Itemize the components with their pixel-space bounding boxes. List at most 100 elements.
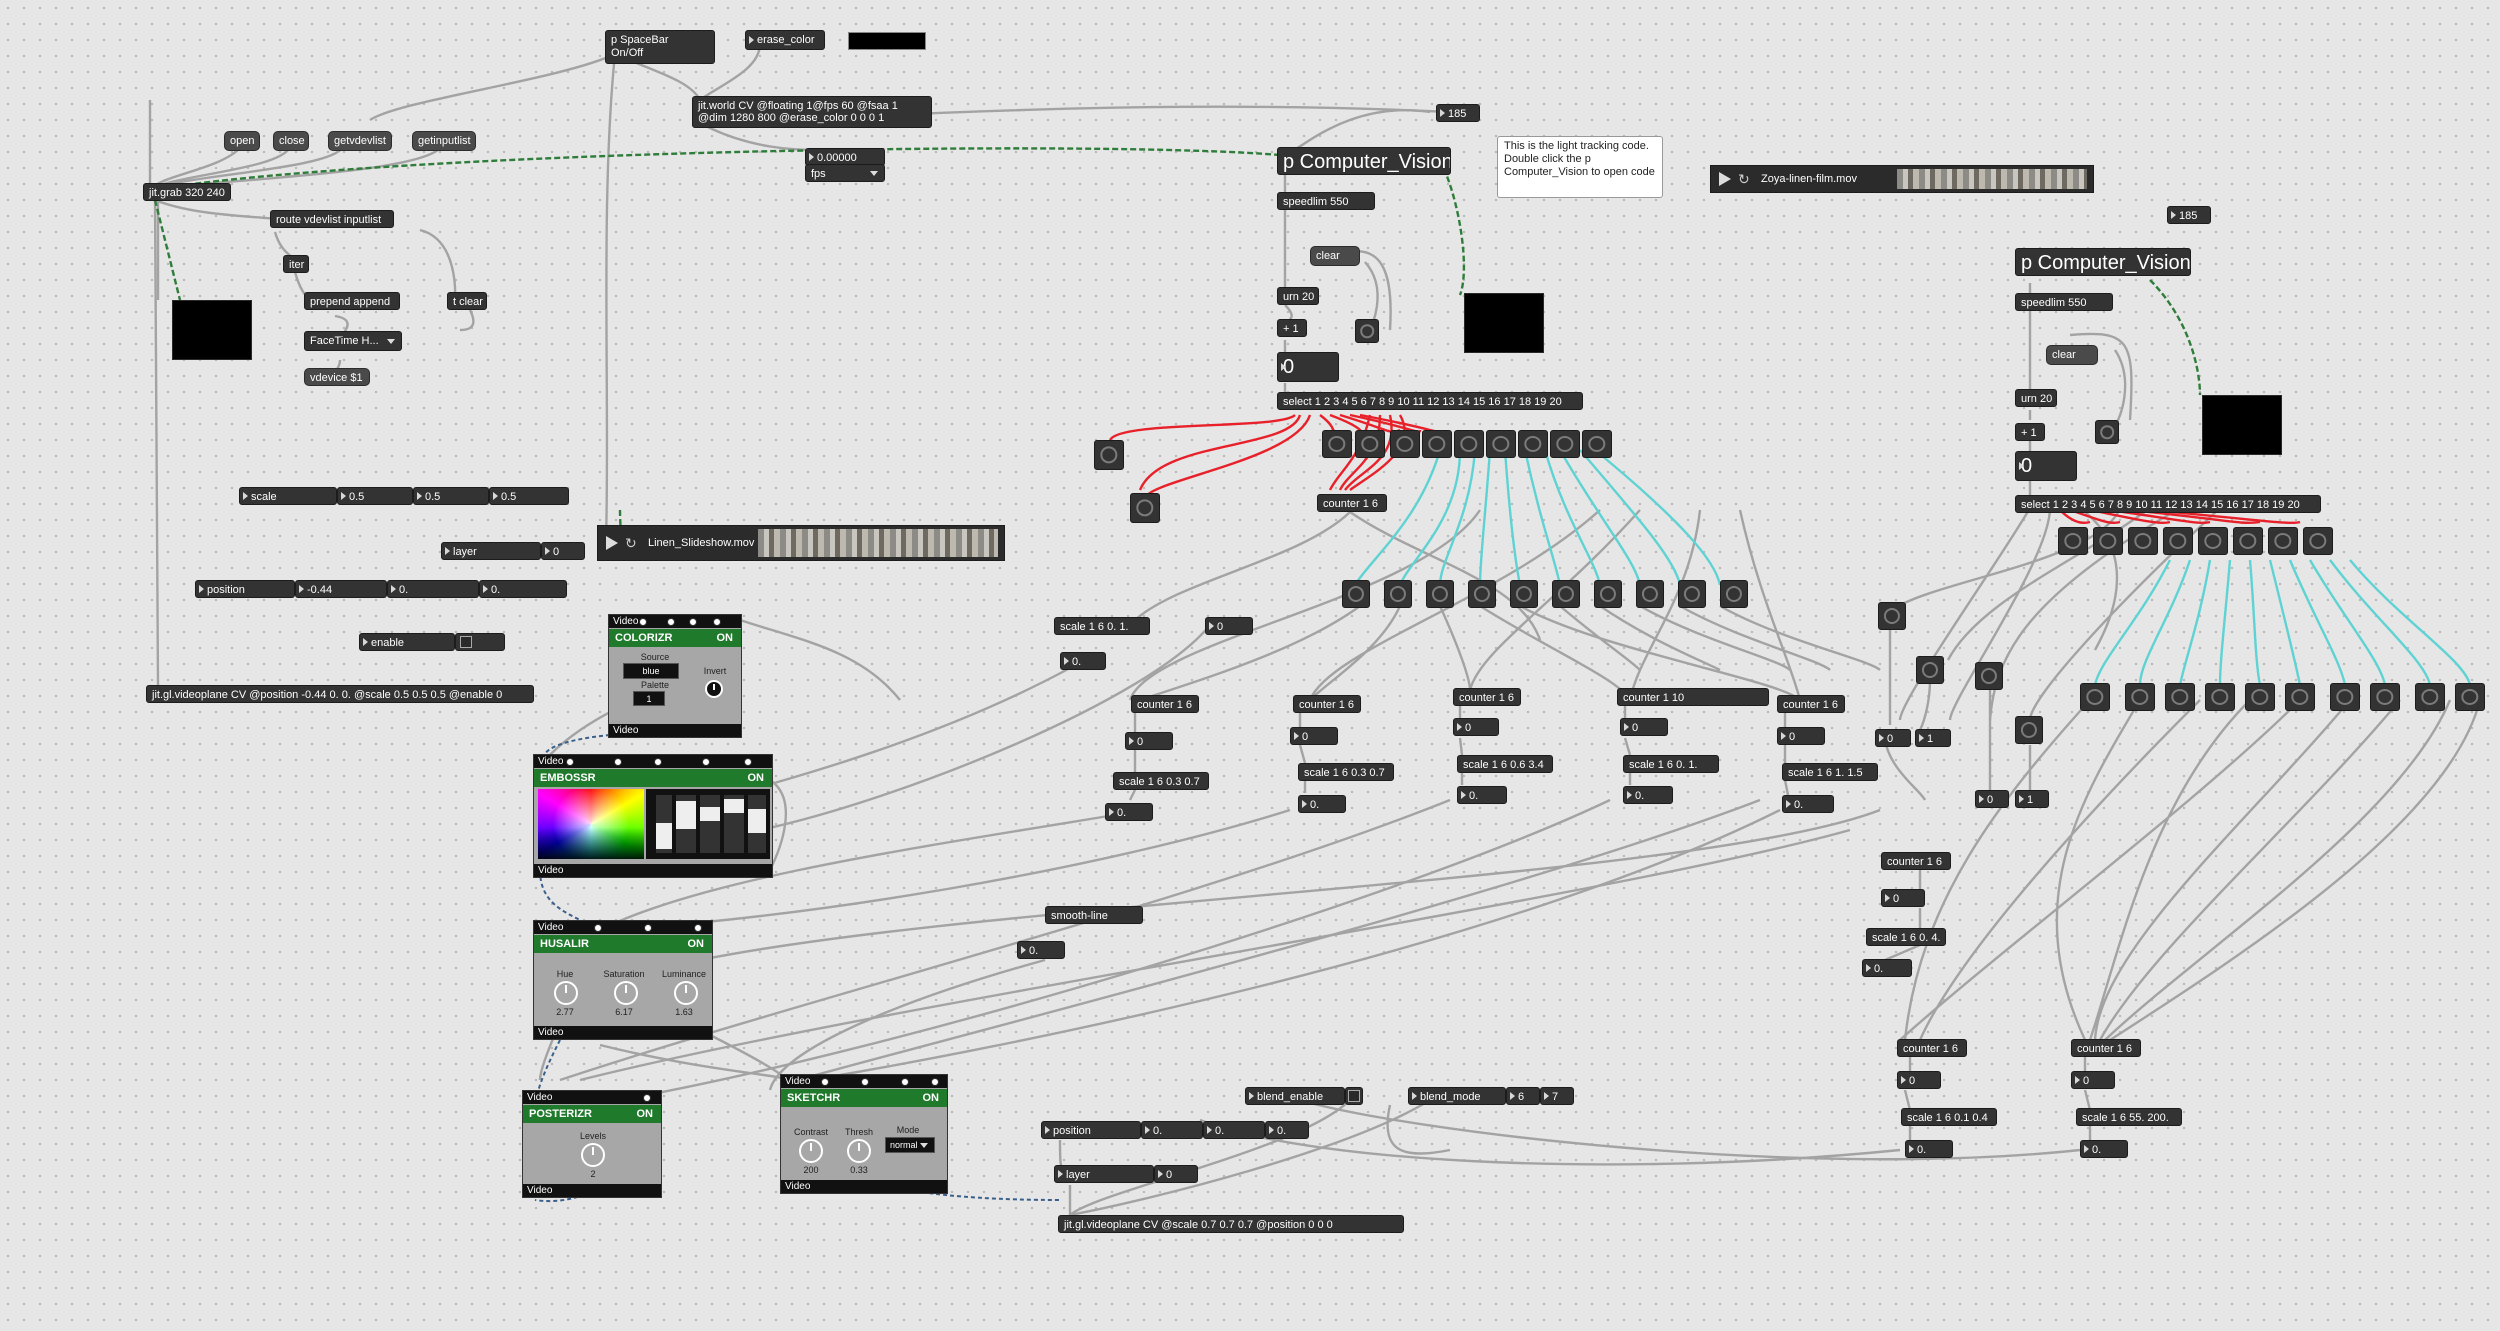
spacebar-subpatch[interactable]: p SpaceBar On/Off: [605, 30, 715, 64]
source-value[interactable]: blue: [623, 663, 679, 679]
cv2-urn[interactable]: urn 20: [2015, 389, 2057, 407]
cv1-bang-a[interactable]: [1094, 440, 1124, 470]
row2-bang-9[interactable]: [2415, 683, 2445, 711]
hue-dial[interactable]: [554, 981, 578, 1005]
jit-grab-object[interactable]: jit.grab 320 240: [143, 183, 231, 201]
blend-mode-a[interactable]: 6: [1506, 1087, 1540, 1105]
prepend-object[interactable]: prepend append: [304, 292, 400, 310]
row2-bang-6[interactable]: [2285, 683, 2315, 711]
row2-bang-8[interactable]: [2370, 683, 2400, 711]
right-bang-c[interactable]: [1975, 662, 2003, 690]
right-number-0[interactable]: 0: [1875, 729, 1911, 747]
cv2-select[interactable]: select 1 2 3 4 5 6 7 8 9 10 11 12 13 14 …: [2015, 495, 2321, 513]
cv2-bang[interactable]: [2095, 420, 2119, 444]
row2-bang-5[interactable]: [2245, 683, 2275, 711]
blend-enable-toggle[interactable]: [1348, 1090, 1360, 1102]
cv1-subpatch[interactable]: p Computer_Vision: [1277, 147, 1451, 175]
husalir-on[interactable]: ON: [688, 935, 705, 953]
sketchr-module[interactable]: Video SKETCHR ON Contrast 200 Thresh 0.33…: [780, 1074, 948, 1194]
cv2-bang-5[interactable]: [2198, 527, 2228, 555]
cv1-number-185[interactable]: 185: [1436, 104, 1480, 122]
counter-b-number[interactable]: 0: [1290, 727, 1338, 745]
counter-d[interactable]: counter 1 10: [1617, 688, 1769, 706]
counter-d-float[interactable]: 0.: [1623, 786, 1673, 804]
scale-a[interactable]: scale 1 6 0. 1.: [1054, 617, 1150, 635]
colorizr-module[interactable]: Video COLORIZR ON Source blue Palette 1 I…: [608, 614, 742, 738]
cv1-bang-3[interactable]: [1390, 430, 1420, 458]
counter-f-scale[interactable]: scale 1 6 0. 4.: [1866, 928, 1946, 946]
counter-a-scale[interactable]: scale 1 6 0.3 0.7: [1113, 772, 1209, 790]
layer-number[interactable]: 0: [541, 542, 585, 560]
counter-f[interactable]: counter 1 6: [1881, 852, 1951, 870]
counter-h[interactable]: counter 1 6: [2071, 1039, 2141, 1057]
posterizr-on[interactable]: ON: [637, 1105, 654, 1123]
cv1-speedlim[interactable]: speedlim 550: [1277, 192, 1375, 210]
cv2-bang-8[interactable]: [2303, 527, 2333, 555]
iter-object[interactable]: iter: [283, 255, 309, 273]
scale-y-float[interactable]: 0.5: [413, 487, 489, 505]
row2-bang-10[interactable]: [2455, 683, 2485, 711]
bottom-position-y[interactable]: 0.: [1203, 1121, 1265, 1139]
row-bang-9[interactable]: [1678, 580, 1706, 608]
counter-g-scale[interactable]: scale 1 6 0.1 0.4: [1901, 1108, 1997, 1126]
fps-menu[interactable]: fps: [805, 164, 885, 182]
row2-bang-7[interactable]: [2330, 683, 2360, 711]
right-number-c2b[interactable]: 1: [2015, 790, 2049, 808]
right-number-1[interactable]: 1: [1915, 729, 1951, 747]
cv1-bang-9[interactable]: [1582, 430, 1612, 458]
counter-g-number[interactable]: 0: [1897, 1071, 1941, 1089]
loop-icon[interactable]: ↻: [625, 536, 637, 550]
cv2-bang-3[interactable]: [2128, 527, 2158, 555]
sketchr-on[interactable]: ON: [923, 1089, 940, 1107]
cv2-bang-1[interactable]: [2058, 527, 2088, 555]
cv1-bang-5[interactable]: [1454, 430, 1484, 458]
row-bang-3[interactable]: [1426, 580, 1454, 608]
right-bang-a[interactable]: [1878, 602, 1906, 630]
counter-d-scale[interactable]: scale 1 6 0. 1.: [1623, 755, 1719, 773]
row-bang-6[interactable]: [1552, 580, 1580, 608]
cv1-bang-1[interactable]: [1322, 430, 1352, 458]
right-number-c2a[interactable]: 0: [1975, 790, 2009, 808]
cv2-bang-7[interactable]: [2268, 527, 2298, 555]
position-z-float[interactable]: 0.: [479, 580, 567, 598]
scale-x-float[interactable]: 0.5: [337, 487, 413, 505]
cv1-bang-8[interactable]: [1550, 430, 1580, 458]
colorizr-on[interactable]: ON: [717, 629, 734, 647]
counter-f-float[interactable]: 0.: [1862, 959, 1912, 977]
play-icon[interactable]: [606, 536, 618, 550]
smooth-line-float[interactable]: 0.: [1017, 941, 1065, 959]
open-message[interactable]: open: [224, 131, 260, 151]
cv1-urn[interactable]: urn 20: [1277, 287, 1319, 305]
cv1-bang-6[interactable]: [1486, 430, 1516, 458]
bottom-position-x[interactable]: 0.: [1141, 1121, 1203, 1139]
luminance-dial[interactable]: [674, 981, 698, 1005]
contrast-dial[interactable]: [799, 1139, 823, 1163]
counter-a[interactable]: counter 1 6: [1131, 695, 1199, 713]
cv2-plus-one[interactable]: + 1: [2015, 423, 2045, 441]
cv1-bang[interactable]: [1355, 319, 1379, 343]
zoya-film-player[interactable]: ↻ Zoya-linen-film.mov: [1710, 165, 2094, 193]
number-a[interactable]: 0: [1205, 617, 1253, 635]
counter-b-scale[interactable]: scale 1 6 0.3 0.7: [1298, 763, 1394, 781]
counter-c-float[interactable]: 0.: [1457, 786, 1507, 804]
cv1-bang-2[interactable]: [1355, 430, 1385, 458]
right-bang-b[interactable]: [1916, 656, 1944, 684]
counter-a-float[interactable]: 0.: [1105, 803, 1153, 821]
cv2-bang-6[interactable]: [2233, 527, 2263, 555]
smooth-line-object[interactable]: smooth-line: [1045, 906, 1143, 924]
counter-c[interactable]: counter 1 6: [1453, 688, 1521, 706]
position-x-float[interactable]: -0.44: [295, 580, 387, 598]
counter-g-float[interactable]: 0.: [1905, 1140, 1953, 1158]
invert-button[interactable]: [705, 680, 723, 698]
cv1-bang-4[interactable]: [1422, 430, 1452, 458]
cv1-plus-one[interactable]: + 1: [1277, 319, 1307, 337]
cv1-select[interactable]: select 1 2 3 4 5 6 7 8 9 10 11 12 13 14 …: [1277, 392, 1583, 410]
cv2-bang-2[interactable]: [2093, 527, 2123, 555]
route-object[interactable]: route vdevlist inputlist: [270, 210, 394, 228]
palette-value[interactable]: 1: [633, 691, 665, 706]
videoplane-object[interactable]: jit.gl.videoplane CV @position -0.44 0. …: [146, 685, 534, 703]
counter-c-number[interactable]: 0: [1453, 718, 1499, 736]
row-bang-1[interactable]: [1342, 580, 1370, 608]
bottom-layer-number[interactable]: 0: [1154, 1165, 1198, 1183]
counter-h-scale[interactable]: scale 1 6 55. 200.: [2076, 1108, 2182, 1126]
